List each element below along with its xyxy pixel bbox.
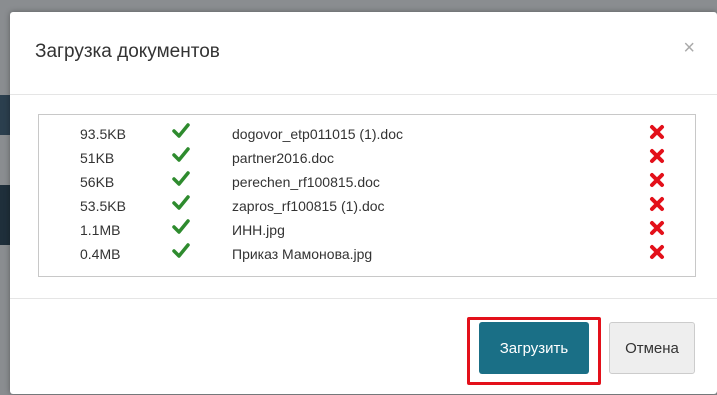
file-size: 1.1MB [80, 222, 121, 238]
file-name: ИНН.jpg [232, 222, 285, 238]
file-size: 93.5KB [80, 126, 126, 142]
remove-icon[interactable] [649, 124, 665, 140]
file-row: 1.1MB ИНН.jpg [39, 218, 695, 242]
file-size: 56KB [80, 174, 115, 190]
check-icon [172, 171, 190, 186]
file-size: 51KB [80, 150, 115, 166]
remove-icon[interactable] [649, 244, 665, 260]
file-name: dogovor_etp011015 (1).doc [232, 126, 403, 142]
check-icon [172, 243, 190, 258]
file-row: 56KB perechen_rf100815.doc [39, 170, 695, 194]
modal-header: Загрузка документов × [10, 12, 717, 95]
remove-icon[interactable] [649, 148, 665, 164]
cancel-button[interactable]: Отмена [609, 322, 695, 374]
file-size: 53.5KB [80, 198, 126, 214]
file-name: Приказ Мамонова.jpg [232, 246, 373, 262]
modal-title: Загрузка документов [35, 41, 220, 62]
close-icon[interactable]: × [683, 38, 695, 58]
file-list: 93.5KB dogovor_etp011015 (1).doc 51KB pa… [38, 114, 696, 277]
file-name: zapros_rf100815 (1).doc [232, 198, 385, 214]
file-size: 0.4MB [80, 246, 121, 262]
remove-icon[interactable] [649, 220, 665, 236]
file-row: 93.5KB dogovor_etp011015 (1).doc [39, 122, 695, 146]
file-name: partner2016.doc [232, 150, 334, 166]
check-icon [172, 195, 190, 210]
file-row: 0.4MB Приказ Мамонова.jpg [39, 242, 695, 266]
upload-button[interactable]: Загрузить [479, 322, 589, 374]
file-row: 51KB partner2016.doc [39, 146, 695, 170]
check-icon [172, 123, 190, 138]
check-icon [172, 219, 190, 234]
check-icon [172, 147, 190, 162]
file-row: 53.5KB zapros_rf100815 (1).doc [39, 194, 695, 218]
remove-icon[interactable] [649, 196, 665, 212]
file-name: perechen_rf100815.doc [232, 174, 380, 190]
remove-icon[interactable] [649, 172, 665, 188]
upload-documents-modal: Загрузка документов × 93.5KB dogovor_etp… [10, 12, 717, 394]
